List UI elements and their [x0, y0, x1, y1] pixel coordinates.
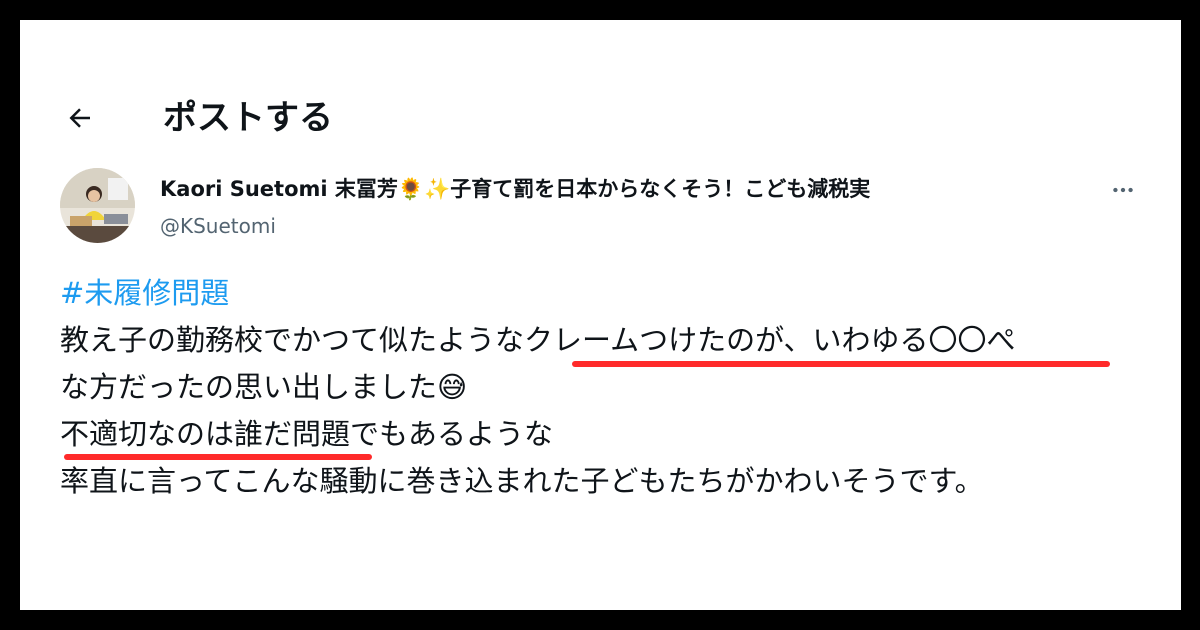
page-title: ポストする: [163, 98, 333, 138]
user-handle[interactable]: @KSuetomi: [160, 212, 276, 240]
avatar[interactable]: [60, 168, 135, 243]
post-line: な方だったの思い出しました😅: [60, 364, 1140, 411]
post-line-text: 率直に言ってこんな騒動に巻き込まれた子どもたちがかわいそうです。: [60, 464, 984, 498]
arrow-left-icon: [69, 108, 90, 128]
post-line-text: 不適切なのは誰だ問題でもあるような: [60, 417, 554, 451]
hashtag-link[interactable]: #未履修問題: [60, 276, 229, 310]
author-block: Kaori Suetomi 末冨芳🌻✨子育て罰を日本からなくそう！こども減税実 …: [60, 168, 1140, 248]
post-line-text: な方だったの思い出しました😅: [60, 370, 468, 404]
post-line-text: 教え子の勤務校でかつて似たようなクレームつけたのが、いわゆる〇〇ぺ: [60, 323, 1016, 357]
post-line: 不適切なのは誰だ問題でもあるような: [60, 411, 1140, 460]
post-text: #未履修問題 教え子の勤務校でかつて似たようなクレームつけたのが、いわゆる〇〇ぺ…: [60, 270, 1140, 505]
back-button[interactable]: [60, 98, 100, 138]
more-options-button[interactable]: [1105, 172, 1141, 208]
post-line: 教え子の勤務校でかつて似たようなクレームつけたのが、いわゆる〇〇ぺ: [60, 317, 1140, 367]
post-header: ポストする: [20, 90, 1181, 180]
post-line-hashtag: #未履修問題: [60, 270, 1140, 317]
post-card: ポストする Kaori Suetomi 末冨芳🌻✨子育て罰を日本からなくそう！こ…: [20, 20, 1181, 610]
post-line: 率直に言ってこんな騒動に巻き込まれた子どもたちがかわいそうです。: [60, 458, 1140, 505]
display-name[interactable]: Kaori Suetomi 末冨芳🌻✨子育て罰を日本からなくそう！こども減税実: [160, 174, 870, 204]
more-horizontal-icon: [1113, 187, 1133, 193]
